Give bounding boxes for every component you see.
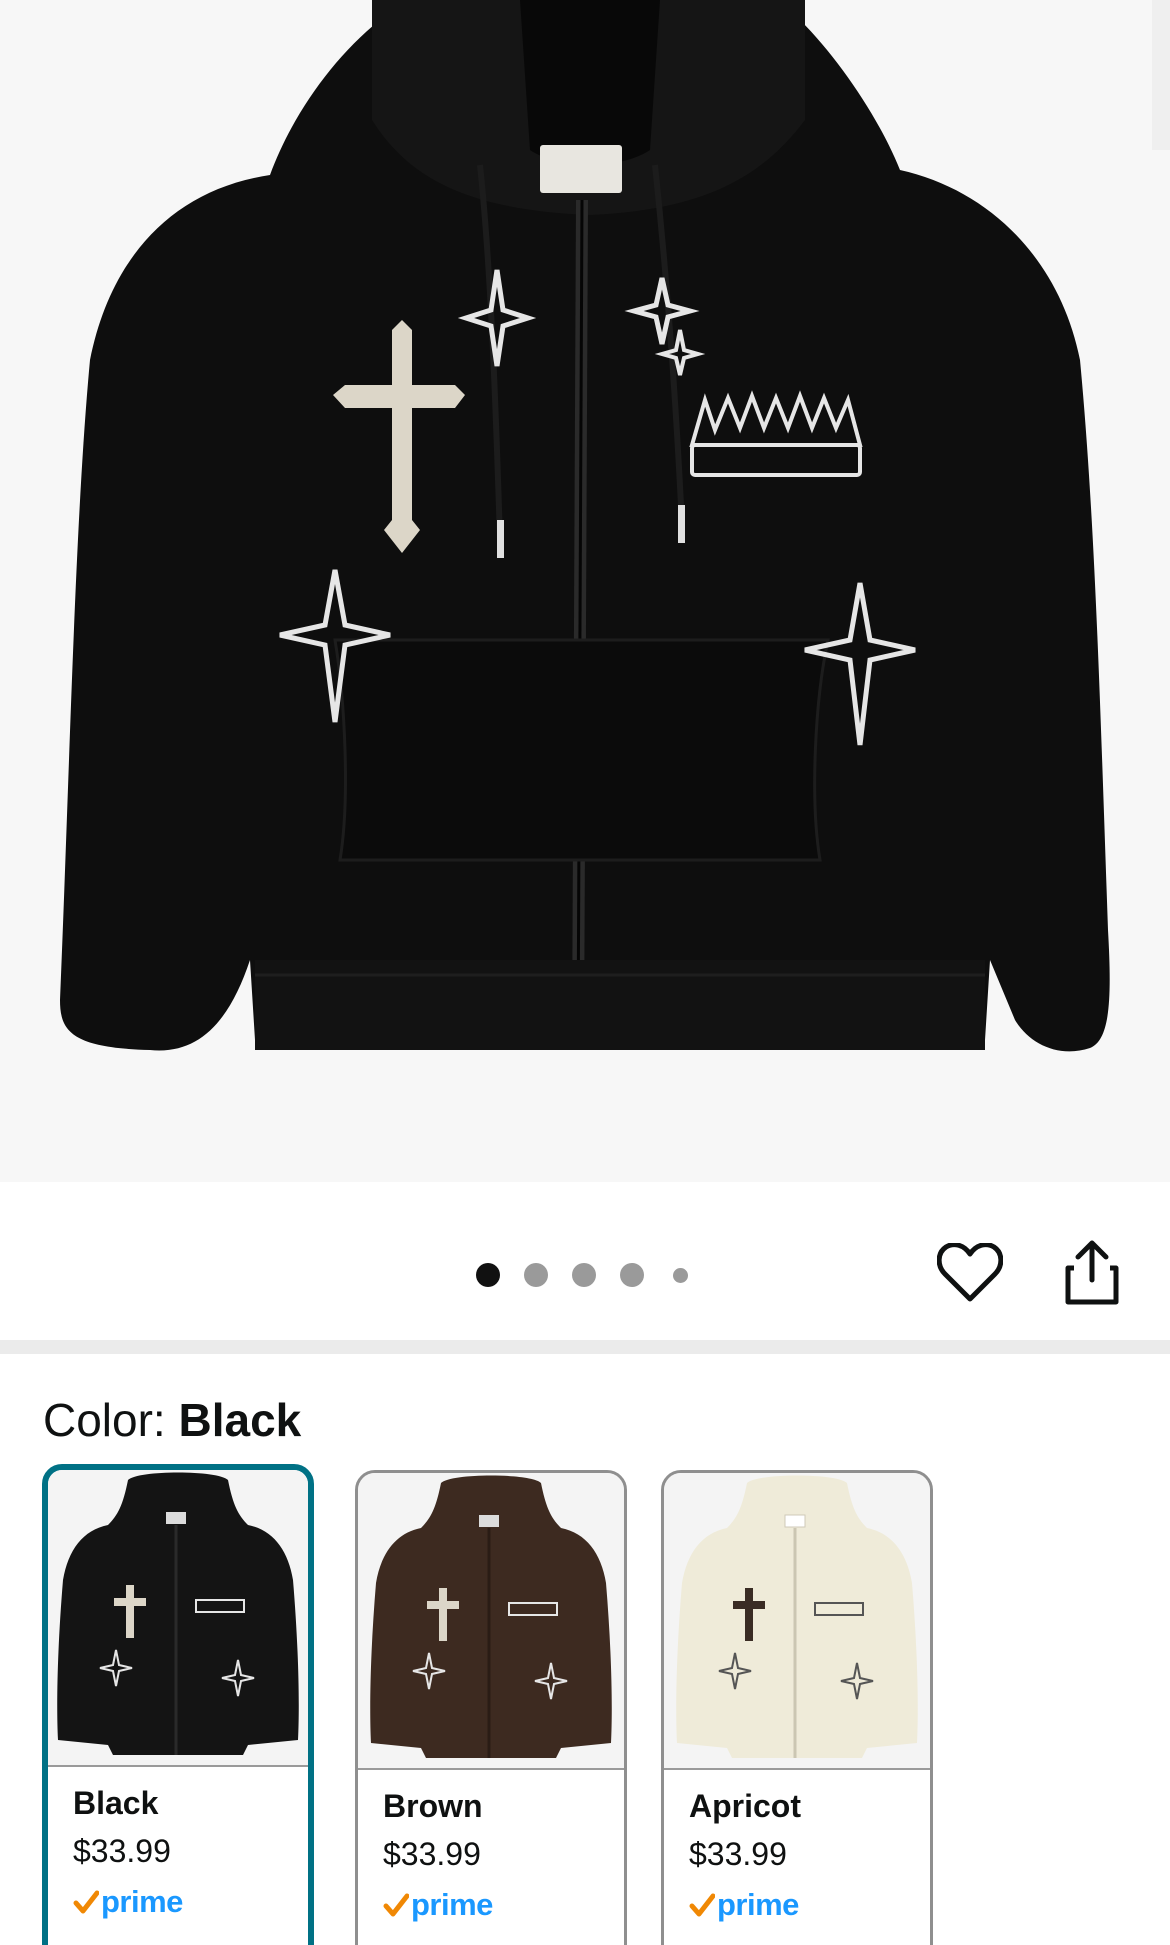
share-button[interactable] — [1052, 1233, 1132, 1313]
selected-color-value: Black — [178, 1394, 302, 1446]
prime-check-icon — [689, 1893, 715, 1917]
swatch-thumbnail — [358, 1473, 624, 1770]
wishlist-button[interactable] — [930, 1233, 1010, 1313]
swatch-thumbnail — [48, 1470, 308, 1767]
prime-check-icon — [383, 1893, 409, 1917]
dot-2[interactable] — [524, 1263, 548, 1287]
hoodie-thumbnail — [676, 1475, 918, 1758]
swatch-name: Brown — [383, 1788, 483, 1824]
dot-1[interactable] — [476, 1263, 500, 1287]
swatch-name: Apricot — [689, 1788, 801, 1824]
swatch-price: $33.99 — [689, 1836, 787, 1872]
heart-icon — [937, 1243, 1003, 1302]
dot-4[interactable] — [620, 1263, 644, 1287]
swatch-name: Black — [73, 1785, 159, 1821]
hoodie-thumbnail — [57, 1472, 299, 1755]
prime-badge: prime — [73, 1882, 183, 1922]
color-swatch-apricot[interactable]: Apricot $33.99 prime — [661, 1470, 933, 1945]
swatch-thumbnail — [664, 1473, 930, 1770]
product-main-image[interactable] — [0, 0, 1170, 1182]
color-label: Color: Black — [43, 1393, 301, 1447]
color-label-prefix: Color: — [43, 1394, 166, 1446]
section-divider — [0, 1340, 1170, 1354]
dot-3[interactable] — [572, 1263, 596, 1287]
prime-badge: prime — [689, 1885, 799, 1925]
color-swatch-black[interactable]: Black $33.99 prime — [42, 1464, 314, 1945]
prime-check-icon — [73, 1890, 99, 1914]
hoodie-image — [60, 0, 1170, 1052]
swatch-price: $33.99 — [73, 1833, 171, 1869]
prime-logo-text: prime — [101, 1884, 183, 1919]
prime-logo-text: prime — [717, 1887, 799, 1922]
prime-logo-text: prime — [411, 1887, 493, 1922]
hoodie-thumbnail — [370, 1475, 612, 1758]
dot-5[interactable] — [673, 1268, 688, 1283]
share-icon — [1065, 1240, 1119, 1305]
prime-badge: prime — [383, 1885, 493, 1925]
swatch-price: $33.99 — [383, 1836, 481, 1872]
color-swatch-brown[interactable]: Brown $33.99 prime — [355, 1470, 627, 1945]
product-page: Color: Black Black $33.99 prime Brown $3… — [0, 0, 1170, 1945]
